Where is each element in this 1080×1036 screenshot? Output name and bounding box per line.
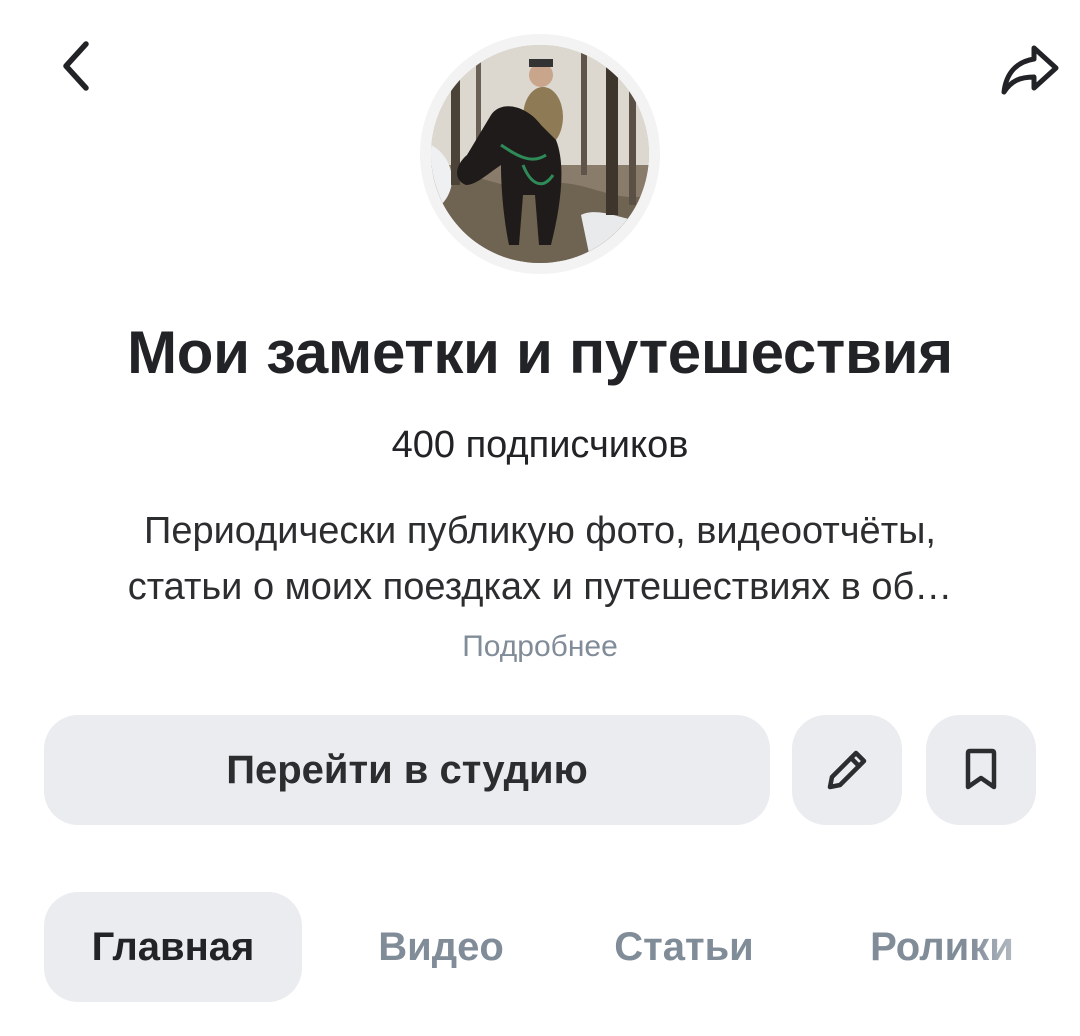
subscribers-count: 400 подписчиков — [0, 424, 1080, 467]
go-to-studio-button[interactable]: Перейти в студию — [44, 715, 770, 825]
bookmark-icon — [965, 748, 997, 790]
channel-tabs: Главная Видео Статьи Ролики — [44, 892, 1080, 1002]
edit-button[interactable] — [792, 715, 902, 825]
pencil-icon — [827, 750, 867, 790]
tab-video[interactable]: Видео — [346, 892, 536, 1002]
share-arrow-icon — [1001, 45, 1059, 95]
more-link[interactable]: Подробнее — [0, 630, 1080, 664]
channel-title: Мои заметки и путешествия — [127, 319, 953, 386]
back-button[interactable] — [40, 30, 112, 102]
subscribers-label: подписчиков — [465, 424, 689, 466]
avatar — [431, 45, 649, 263]
avatar-photo — [431, 45, 649, 263]
chevron-left-icon — [63, 41, 89, 91]
share-button[interactable] — [990, 30, 1070, 110]
subscribers-number: 400 — [391, 424, 455, 466]
description-line-1: Периодически публикую фото, видеоотчёты, — [144, 510, 936, 552]
tab-articles[interactable]: Статьи — [574, 892, 794, 1002]
tab-main[interactable]: Главная — [44, 892, 302, 1002]
channel-avatar[interactable] — [420, 34, 660, 274]
channel-description: Периодически публикую фото, видеоотчёты,… — [40, 503, 1040, 615]
tab-shorts[interactable]: Ролики — [824, 892, 1060, 1002]
bookmark-button[interactable] — [926, 715, 1036, 825]
description-line-2: статьи о моих поездках и путешествиях в … — [127, 566, 953, 608]
